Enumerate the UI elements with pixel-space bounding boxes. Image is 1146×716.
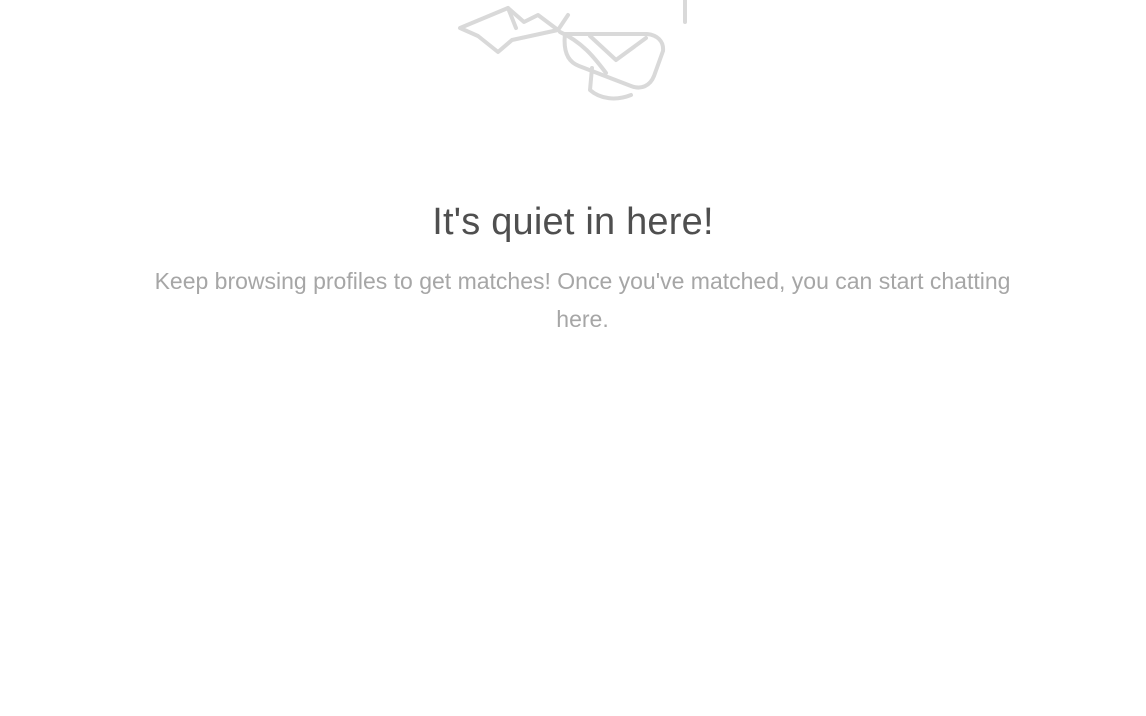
empty-state-message: Keep browsing profiles to get matches! O…: [154, 268, 1011, 332]
empty-state-title: It's quiet in here!: [432, 201, 714, 244]
paper-airplane-envelope-icon: [440, 0, 710, 105]
matches-empty-screen: It's quiet in here! Keep browsing profil…: [0, 0, 1146, 716]
